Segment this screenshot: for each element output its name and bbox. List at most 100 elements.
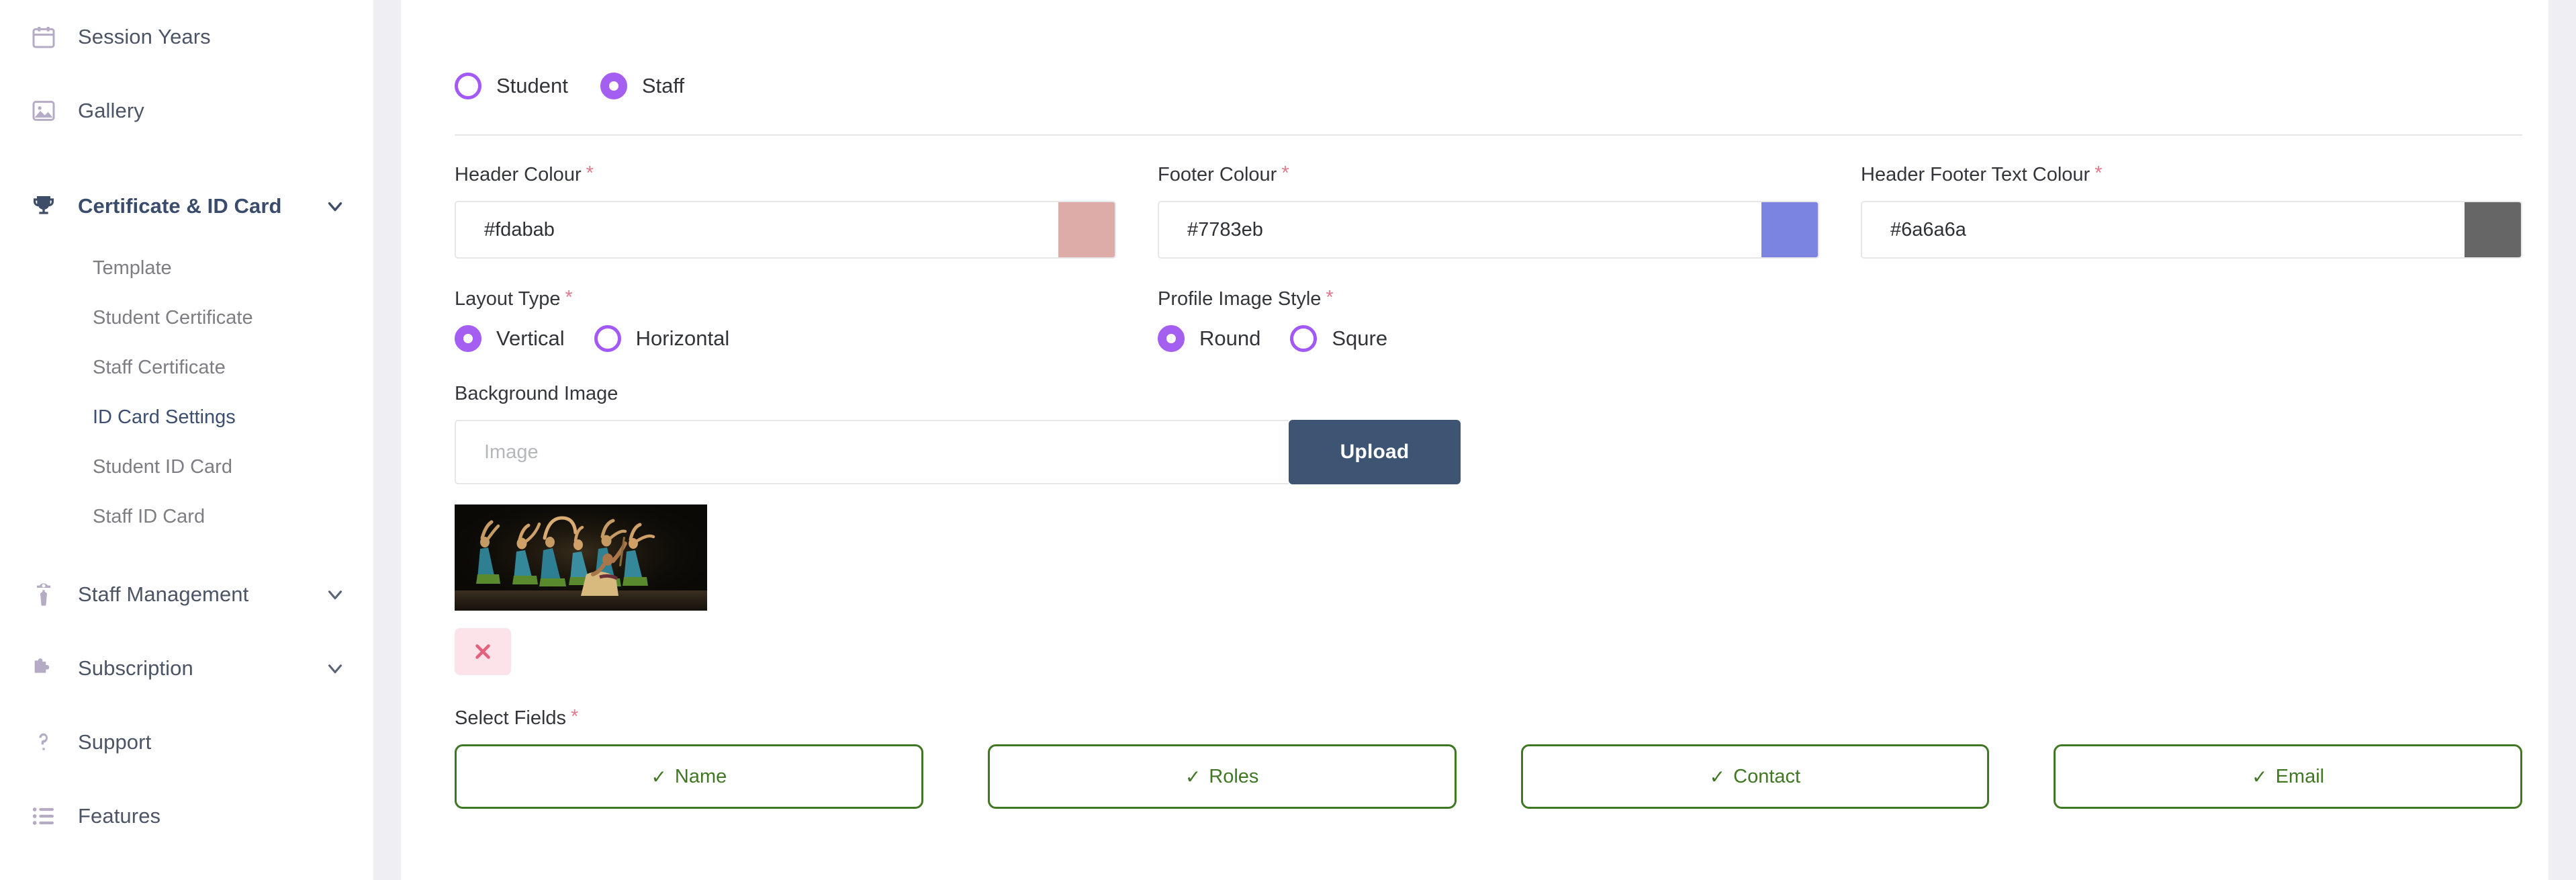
app-root: Session Years Gallery Certificate & ID C…	[0, 0, 2576, 880]
chevron-down-icon[interactable]	[324, 583, 347, 606]
field-label: Layout Type *	[455, 288, 1116, 310]
sidebar-group-subscription[interactable]: Subscription	[0, 631, 373, 705]
radio-squre-circle[interactable]	[1290, 325, 1318, 352]
radio-horizontal-label: Horizontal	[635, 326, 730, 350]
radio-option-round[interactable]: Round	[1158, 325, 1260, 352]
radio-option-student[interactable]: Student	[455, 73, 568, 99]
select-field-chip-name[interactable]: ✓ Name	[455, 744, 923, 809]
upload-button[interactable]: Upload	[1289, 420, 1461, 484]
chevron-down-icon[interactable]	[324, 195, 347, 218]
sidebar-subitem-student-certificate[interactable]: Student Certificate	[0, 293, 373, 343]
required-asterisk: *	[565, 287, 573, 308]
select-field-chip-roles[interactable]: ✓ Roles	[987, 744, 1457, 809]
required-asterisk: *	[1326, 287, 1334, 308]
required-asterisk: *	[2095, 163, 2103, 184]
chip-label: Contact	[1733, 765, 1801, 787]
sidebar-subitem-label: Student ID Card	[93, 455, 232, 478]
background-image-label-wrap: Background Image	[455, 383, 2522, 405]
select-field-chip-email[interactable]: ✓ Email	[2054, 744, 2522, 809]
trophy-icon	[28, 191, 59, 222]
sidebar-item-features[interactable]: Features	[0, 779, 373, 853]
check-icon: ✓	[651, 766, 667, 787]
check-icon: ✓	[1185, 766, 1201, 787]
header-footer-text-colour-input[interactable]	[1862, 202, 2465, 257]
footer-colour-input-wrap	[1158, 201, 1819, 259]
select-fields-label: Select Fields	[455, 707, 567, 729]
field-label: Header Footer Text Colour *	[1861, 164, 2522, 186]
sidebar-subitem-template[interactable]: Template	[0, 243, 373, 293]
required-asterisk: *	[1281, 163, 1289, 184]
sidebar-group-label: Certificate & ID Card	[78, 194, 282, 218]
layout-type-group: Layout Type * Vertical Horizontal	[455, 288, 1158, 352]
header-footer-text-colour-input-wrap	[1861, 201, 2522, 259]
profile-image-style-label: Profile Image Style	[1158, 288, 1322, 310]
sidebar-group-label: Subscription	[78, 656, 193, 680]
sidebar-group-staff-management[interactable]: Staff Management	[0, 558, 373, 631]
field-header-footer-text-colour: Header Footer Text Colour *	[1861, 164, 2522, 259]
radio-student-label: Student	[496, 74, 568, 97]
radio-option-horizontal[interactable]: Horizontal	[594, 325, 730, 352]
layout-profile-row: Layout Type * Vertical Horizontal Profil…	[455, 288, 2522, 352]
sidebar-item-session-years[interactable]: Session Years	[0, 0, 373, 74]
puzzle-icon	[28, 653, 59, 684]
colour-fields-row: Header Colour * Footer Colour *	[455, 164, 2522, 259]
list-icon	[28, 801, 59, 832]
sidebar-subitem-staff-certificate[interactable]: Staff Certificate	[0, 343, 373, 392]
chip-label: Email	[2275, 765, 2325, 787]
radio-staff-label: Staff	[641, 74, 685, 97]
sidebar-item-gallery[interactable]: Gallery	[0, 74, 373, 148]
field-label: Header Colour *	[455, 164, 1116, 186]
layout-profile-filler	[1861, 288, 2522, 352]
sidebar-subitem-label: Template	[93, 257, 172, 279]
sidebar-item-label: Session Years	[78, 25, 211, 48]
chevron-down-icon[interactable]	[324, 657, 347, 680]
radio-option-squre[interactable]: Squre	[1290, 325, 1387, 352]
select-fields-chips-row: ✓ Name ✓ Roles ✓ Contact ✓ Email	[455, 744, 2522, 809]
image-icon	[28, 95, 59, 126]
background-image-preview	[455, 504, 2522, 611]
check-icon: ✓	[2252, 766, 2268, 787]
section-divider	[455, 134, 2522, 136]
sidebar-subitem-staff-id-card[interactable]: Staff ID Card	[0, 492, 373, 541]
radio-staff-circle[interactable]	[600, 73, 627, 99]
select-fields-section: Select Fields * ✓ Name ✓ Roles ✓ Contact	[455, 707, 2522, 809]
sidebar-subitem-student-id-card[interactable]: Student ID Card	[0, 442, 373, 492]
radio-round-circle[interactable]	[1158, 325, 1185, 352]
radio-vertical-label: Vertical	[496, 326, 565, 350]
footer-colour-label: Footer Colour	[1158, 164, 1277, 185]
sidebar-group-label: Staff Management	[78, 582, 249, 606]
header-colour-label: Header Colour	[455, 164, 582, 185]
header-footer-text-colour-swatch[interactable]	[2465, 202, 2521, 257]
radio-horizontal-circle[interactable]	[594, 325, 621, 352]
background-image-input[interactable]	[455, 420, 1289, 484]
radio-vertical-circle[interactable]	[455, 325, 481, 352]
right-gutter	[2548, 0, 2576, 880]
sidebar-group-certificate-id-card[interactable]: Certificate & ID Card	[0, 169, 373, 243]
layout-type-label: Layout Type	[455, 288, 561, 310]
layout-type-options: Vertical Horizontal	[455, 325, 1116, 352]
radio-option-staff[interactable]: Staff	[600, 73, 684, 99]
field-header-colour: Header Colour *	[455, 164, 1158, 259]
sidebar-subitem-label: Staff ID Card	[93, 505, 205, 527]
footer-colour-input[interactable]	[1159, 202, 1761, 257]
question-icon	[28, 727, 59, 758]
header-colour-swatch[interactable]	[1058, 202, 1115, 257]
radio-student-circle[interactable]	[455, 73, 481, 99]
check-icon: ✓	[1709, 766, 1726, 787]
chip-label: Roles	[1209, 765, 1259, 787]
field-footer-colour: Footer Colour *	[1158, 164, 1861, 259]
delete-background-image-button[interactable]	[455, 628, 511, 675]
footer-colour-swatch[interactable]	[1761, 202, 1818, 257]
field-label: Profile Image Style *	[1158, 288, 1819, 310]
profile-image-style-group: Profile Image Style * Round Squre	[1158, 288, 1861, 352]
header-colour-input[interactable]	[456, 202, 1058, 257]
sidebar-subitem-id-card-settings[interactable]: ID Card Settings	[0, 392, 373, 442]
radio-option-vertical[interactable]: Vertical	[455, 325, 565, 352]
sidebar-content-gutter	[373, 0, 401, 880]
user-type-radio-group: Student Staff	[455, 0, 2522, 99]
radio-round-label: Round	[1199, 326, 1261, 350]
select-field-chip-contact[interactable]: ✓ Contact	[1520, 744, 1990, 809]
sidebar-item-support[interactable]: Support	[0, 705, 373, 779]
